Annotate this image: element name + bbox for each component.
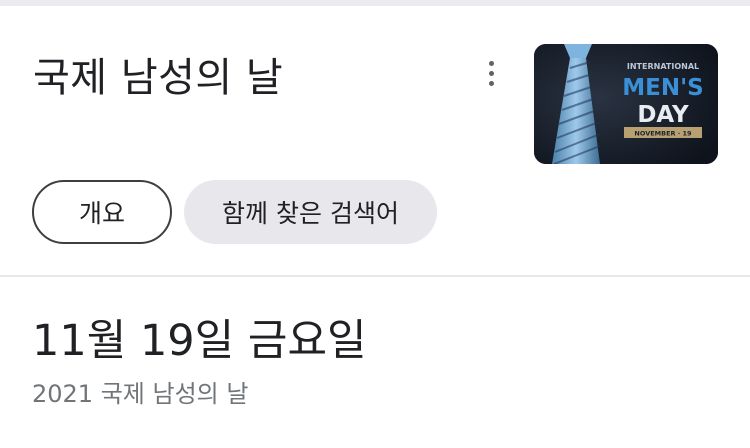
poster-line3: DAY bbox=[637, 102, 689, 128]
poster-badge-text: NOVEMBER · 19 bbox=[634, 130, 692, 138]
page-title: 국제 남성의 날 bbox=[33, 55, 284, 101]
result-date: 11월 19일 금요일 bbox=[32, 316, 367, 366]
more-options-icon[interactable] bbox=[478, 58, 504, 88]
chip-overview[interactable]: 개요 bbox=[32, 180, 172, 244]
chip-related-searches[interactable]: 함께 찾은 검색어 bbox=[184, 180, 437, 244]
divider bbox=[0, 275, 750, 277]
more-dot bbox=[488, 80, 494, 86]
more-dot bbox=[488, 70, 494, 76]
top-strip bbox=[0, 0, 750, 6]
result-subtitle: 2021 국제 남성의 날 bbox=[32, 380, 249, 408]
poster-line1: INTERNATIONAL bbox=[627, 62, 699, 71]
thumbnail-image[interactable]: INTERNATIONAL MEN'S DAY NOVEMBER · 19 bbox=[534, 44, 718, 164]
mens-day-poster: INTERNATIONAL MEN'S DAY NOVEMBER · 19 bbox=[534, 44, 718, 164]
more-dot bbox=[488, 60, 494, 66]
poster-line2: MEN'S bbox=[622, 75, 703, 101]
